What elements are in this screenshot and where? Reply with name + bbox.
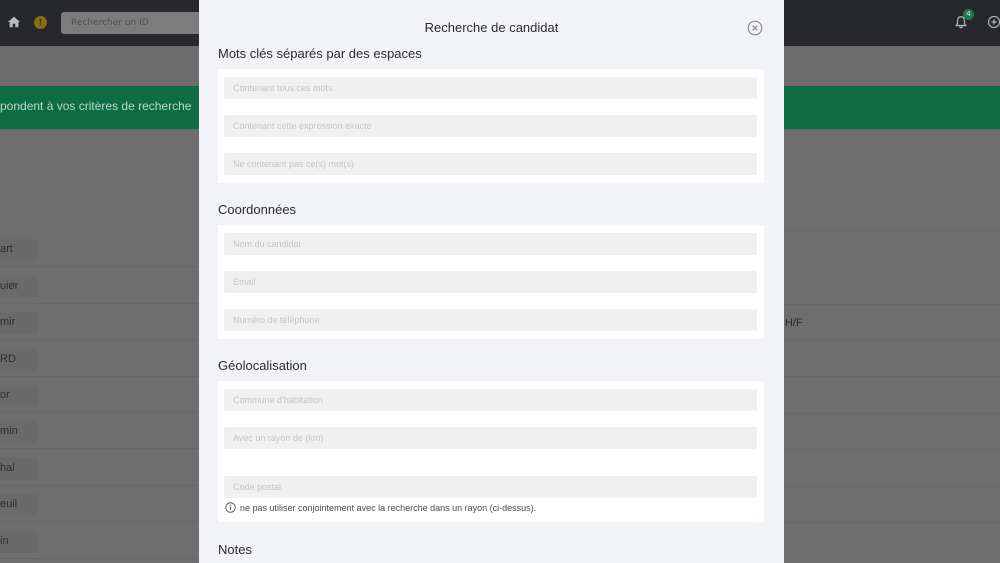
- geolocation-card: ne pas utiliser conjointement avec la re…: [218, 381, 764, 522]
- radius-input[interactable]: [224, 427, 757, 449]
- notes-section-title: Notes: [218, 542, 252, 557]
- divider: [784, 230, 1000, 231]
- list-item-label: euil: [0, 498, 18, 510]
- list-item[interactable]: uier: [0, 268, 200, 304]
- exclude-words-input[interactable]: [224, 153, 757, 175]
- add-circle-icon[interactable]: [987, 15, 1000, 29]
- list-item-label: in: [0, 535, 9, 547]
- list-item[interactable]: min: [0, 413, 200, 449]
- list-item-label: min: [0, 425, 18, 437]
- list-item[interactable]: euil: [0, 486, 200, 522]
- geolocation-section-title: Géolocalisation: [218, 358, 307, 373]
- list-item-label: hal: [0, 462, 15, 474]
- list-item[interactable]: mir: [0, 304, 200, 340]
- divider: [784, 449, 1000, 450]
- list-item[interactable]: hal: [0, 450, 200, 486]
- id-search-input[interactable]: Rechercher un ID: [61, 12, 211, 34]
- list-item-label: art: [0, 243, 13, 255]
- results-banner-text: pondent à vos critères de recherche: [0, 99, 192, 113]
- list-item-label: uier: [0, 280, 19, 292]
- email-input[interactable]: [224, 271, 757, 293]
- warning-badge[interactable]: !: [34, 16, 47, 29]
- phone-input[interactable]: [224, 309, 757, 331]
- city-input[interactable]: [224, 389, 757, 411]
- keywords-section-title: Mots clés séparés par des espaces: [218, 46, 422, 61]
- postal-code-hint: ne pas utiliser conjointement avec la re…: [225, 502, 536, 513]
- close-icon[interactable]: [747, 20, 763, 36]
- list-item-label: or: [0, 389, 10, 401]
- list-item[interactable]: art: [0, 231, 200, 267]
- contact-card: [218, 225, 764, 339]
- candidate-name-input[interactable]: [224, 233, 757, 255]
- home-icon[interactable]: [7, 15, 21, 29]
- modal-title: Recherche de candidat: [424, 20, 559, 35]
- notification-count-badge: 4: [963, 9, 974, 20]
- divider: [784, 486, 1000, 487]
- divider: [784, 340, 1000, 341]
- info-icon: [225, 502, 236, 513]
- contact-section-title: Coordonnées: [218, 202, 297, 217]
- all-words-input[interactable]: [224, 77, 757, 99]
- list-item[interactable]: in: [0, 523, 200, 559]
- divider: [784, 304, 1000, 305]
- gender-label: H/F: [785, 317, 803, 329]
- candidate-search-modal: Recherche de candidat Mots clés séparés …: [199, 0, 784, 563]
- list-item-label: RD: [0, 353, 16, 365]
- list-item-label: mir: [0, 316, 16, 328]
- list-item[interactable]: RD: [0, 341, 200, 377]
- divider: [784, 376, 1000, 377]
- divider: [784, 413, 1000, 414]
- postal-code-hint-text: ne pas utiliser conjointement avec la re…: [240, 502, 537, 513]
- divider: [784, 522, 1000, 523]
- list-item[interactable]: or: [0, 377, 200, 413]
- exact-phrase-input[interactable]: [224, 115, 757, 137]
- postal-code-input[interactable]: [224, 476, 757, 498]
- keywords-card: [218, 69, 764, 183]
